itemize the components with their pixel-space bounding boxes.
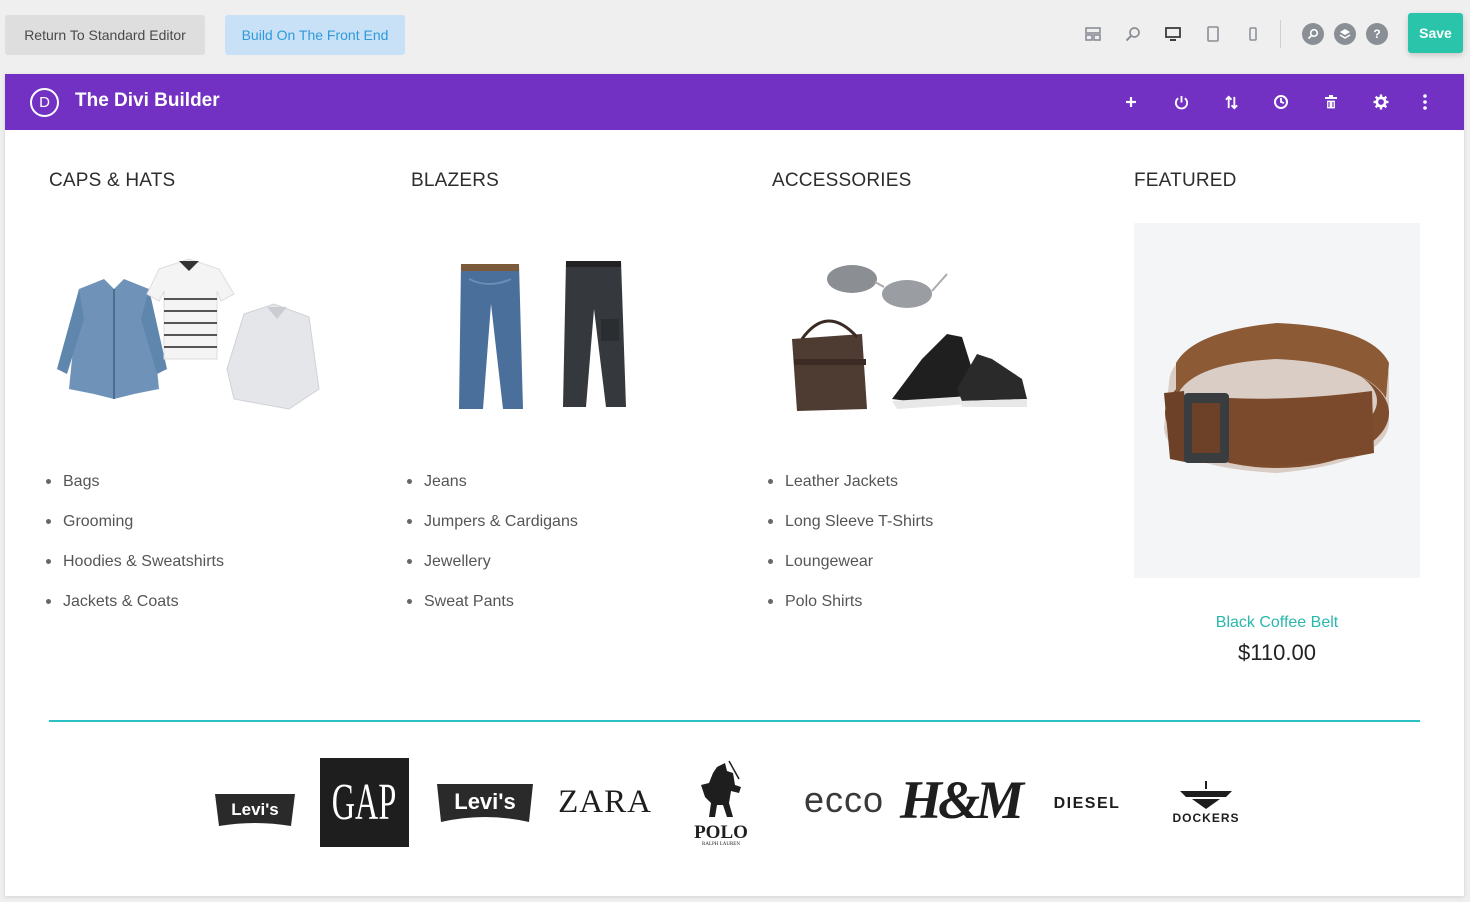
more-icon[interactable]	[1415, 92, 1435, 112]
list-item-link[interactable]: Jumpers & Cardigans	[407, 510, 578, 550]
layout-icon[interactable]	[1084, 25, 1102, 43]
hm-logo: H&M	[899, 770, 1024, 830]
sort-icon[interactable]	[1221, 92, 1241, 112]
category-list: Leather Jackets Long Sleeve T-Shirts Lou…	[768, 470, 933, 630]
phone-icon[interactable]	[1244, 25, 1262, 43]
search-icon[interactable]	[1302, 23, 1324, 45]
product-price: $110.00	[1238, 640, 1316, 665]
polo-logo: POLO RALPH LAUREN	[693, 752, 749, 854]
list-item-link[interactable]: Polo Shirts	[768, 590, 933, 630]
levis-logo: Levi's	[437, 782, 533, 830]
column-title-accessories: ACCESSORIES	[772, 170, 912, 191]
list-item-link[interactable]: Jeans	[407, 470, 578, 510]
product-name-link[interactable]: Black Coffee Belt	[1134, 614, 1420, 632]
column-title-blazers: BLAZERS	[411, 170, 499, 191]
plus-icon[interactable]	[1121, 92, 1141, 112]
jeans-image	[411, 249, 691, 424]
history-icon[interactable]	[1271, 92, 1291, 112]
list-item-link[interactable]: Jackets & Coats	[46, 590, 224, 630]
column-title-featured: FEATURED	[1134, 170, 1237, 191]
divi-logo: D	[30, 88, 59, 117]
divi-builder-panel: D The Divi Builder CAPS & HATS Bags Groo…	[5, 74, 1464, 896]
list-item-link[interactable]: Grooming	[46, 510, 224, 550]
builder-title: The Divi Builder	[75, 90, 220, 111]
accessories-image	[772, 249, 1052, 424]
svg-text:Levi's: Levi's	[231, 800, 279, 819]
ecco-logo: ecco	[803, 779, 885, 820]
help-icon[interactable]: ?	[1366, 23, 1388, 45]
tablet-icon[interactable]	[1204, 25, 1222, 43]
svg-text:Levi's: Levi's	[454, 789, 516, 814]
toolbar-divider	[1280, 20, 1281, 48]
list-item-link[interactable]: Bags	[46, 470, 224, 510]
layers-icon[interactable]	[1334, 23, 1356, 45]
clothing-shirts-image	[49, 249, 329, 424]
zara-logo: ZARA	[558, 783, 652, 820]
category-list: Jeans Jumpers & Cardigans Jewellery Swea…	[407, 470, 578, 630]
section-divider	[49, 720, 1420, 722]
build-front-end-button[interactable]: Build On The Front End	[225, 15, 405, 55]
diesel-logo: DIESEL	[1053, 795, 1121, 812]
gap-logo: GAP	[320, 758, 409, 847]
save-button[interactable]: Save	[1408, 13, 1463, 53]
list-item-link[interactable]: Long Sleeve T-Shirts	[768, 510, 933, 550]
column-title-caps-hats: CAPS & HATS	[49, 170, 176, 191]
list-item-link[interactable]: Sweat Pants	[407, 590, 578, 630]
power-icon[interactable]	[1171, 92, 1191, 112]
desktop-icon[interactable]	[1164, 25, 1182, 43]
list-item-link[interactable]: Hoodies & Sweatshirts	[46, 550, 224, 590]
trash-icon[interactable]	[1321, 92, 1341, 112]
dockers-logo: DOCKERS	[1161, 780, 1251, 826]
list-item-link[interactable]: Loungewear	[768, 550, 933, 590]
zoom-icon[interactable]	[1124, 25, 1142, 43]
featured-product-image[interactable]	[1134, 223, 1420, 578]
return-standard-editor-button[interactable]: Return To Standard Editor	[5, 15, 205, 55]
gear-icon[interactable]	[1371, 92, 1391, 112]
list-item-link[interactable]: Leather Jackets	[768, 470, 933, 510]
builder-header: D The Divi Builder	[5, 74, 1464, 130]
list-item-link[interactable]: Jewellery	[407, 550, 578, 590]
levis-logo: Levi's	[215, 792, 295, 836]
category-list: Bags Grooming Hoodies & Sweatshirts Jack…	[46, 470, 224, 630]
top-toolbar: Return To Standard Editor Build On The F…	[0, 0, 1470, 70]
